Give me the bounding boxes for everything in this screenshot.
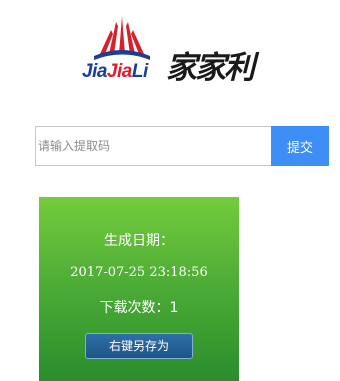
download-count-row: 下载次数：1: [39, 299, 239, 317]
file-info-card: 生成日期： 2017-07-25 23:18:56 下载次数：1 右键另存为: [39, 197, 239, 381]
download-count-value: 1: [169, 300, 179, 316]
generation-date-label: 生成日期：: [104, 233, 174, 249]
extraction-code-form: 提交: [35, 126, 329, 166]
extraction-code-input[interactable]: [35, 126, 272, 166]
download-count-label: 下载次数：: [99, 300, 170, 316]
logo-chinese-text: 家家利: [166, 50, 255, 86]
submit-button[interactable]: 提交: [271, 126, 329, 166]
logo-emblem-icon: [94, 16, 150, 60]
page: JiaJiaLi 家家利 提交 生成日期： 2017-07-25 23:18:5…: [0, 0, 340, 381]
logo-latin-text: JiaJiaLi: [82, 61, 148, 82]
brand-logo: JiaJiaLi 家家利: [82, 14, 282, 86]
save-as-button[interactable]: 右键另存为: [85, 333, 193, 359]
generation-date-value: 2017-07-25 23:18:56: [70, 265, 208, 280]
